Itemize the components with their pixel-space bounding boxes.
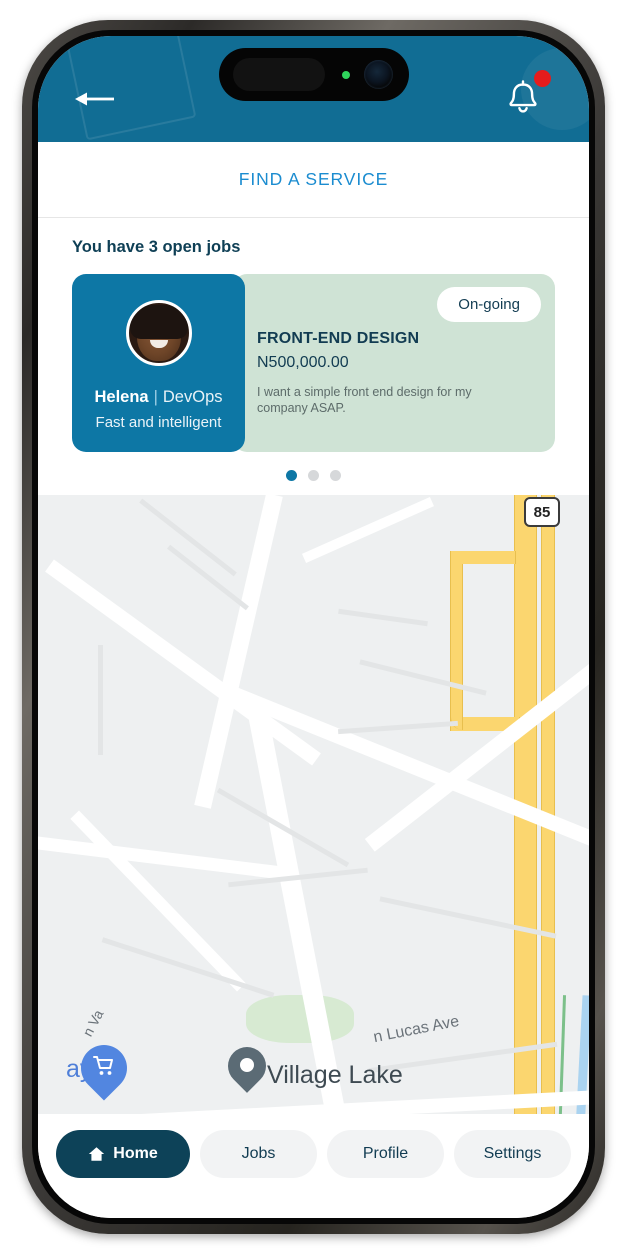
job-card-profile-panel: Helena | DevOps Fast and intelligent bbox=[72, 274, 245, 452]
nav-item-settings-label: Settings bbox=[483, 1145, 542, 1162]
park-area bbox=[246, 995, 354, 1043]
nav-item-home[interactable]: Home bbox=[56, 1130, 190, 1178]
nav-item-settings[interactable]: Settings bbox=[454, 1130, 571, 1178]
find-a-service-bar[interactable]: FIND A SERVICE bbox=[38, 142, 589, 218]
front-camera-lens bbox=[363, 60, 393, 89]
job-card-detail-panel: On-going FRONT-END DESIGN N500,000.00 I … bbox=[233, 274, 555, 452]
job-person-name: Helena bbox=[94, 388, 149, 406]
carousel-dot-3[interactable] bbox=[330, 470, 341, 481]
street bbox=[98, 645, 103, 755]
highway-shield-label: 85 bbox=[533, 503, 551, 521]
screenshot-stage: FIND A SERVICE You have 3 open jobs Hele… bbox=[0, 0, 627, 1254]
app-header bbox=[38, 36, 589, 142]
nav-item-jobs[interactable]: Jobs bbox=[200, 1130, 317, 1178]
nav-item-home-label: Home bbox=[113, 1145, 158, 1162]
carousel-pager bbox=[38, 452, 589, 495]
nav-item-profile-label: Profile bbox=[362, 1145, 409, 1162]
road bbox=[45, 559, 321, 766]
highway-shield-85: 85 bbox=[524, 497, 560, 527]
job-person-tagline: Fast and intelligent bbox=[95, 414, 222, 431]
shopping-pin[interactable] bbox=[71, 1035, 137, 1103]
phone-screen: FIND A SERVICE You have 3 open jobs Hele… bbox=[38, 36, 589, 1218]
job-person-line: Helena | DevOps bbox=[94, 388, 222, 407]
highway-loop bbox=[450, 555, 463, 730]
nav-item-jobs-label: Jobs bbox=[241, 1145, 276, 1162]
carousel-dot-2[interactable] bbox=[308, 470, 319, 481]
nav-item-profile[interactable]: Profile bbox=[327, 1130, 444, 1178]
bottom-navigation: Home Jobs Profile Settings bbox=[38, 1114, 589, 1218]
status-badge[interactable]: On-going bbox=[437, 287, 541, 322]
highway-loop bbox=[450, 551, 516, 564]
find-a-service-label: FIND A SERVICE bbox=[238, 169, 389, 189]
notification-bell-button[interactable] bbox=[501, 70, 551, 118]
dynamic-island bbox=[218, 48, 409, 101]
name-divider: | bbox=[153, 388, 158, 406]
job-price: N500,000.00 bbox=[257, 354, 349, 371]
map-view[interactable]: 85 Village Lake n Lucas Ave n Va ay bbox=[38, 495, 589, 1127]
open-jobs-section: You have 3 open jobs Helena | DevOps Fast … bbox=[38, 218, 589, 495]
road bbox=[302, 496, 434, 564]
open-jobs-heading: You have 3 open jobs bbox=[72, 238, 241, 256]
home-icon bbox=[89, 1147, 105, 1161]
job-card[interactable]: Helena | DevOps Fast and intelligent On-go… bbox=[72, 274, 555, 452]
street bbox=[338, 608, 428, 627]
village-lake-pin[interactable] bbox=[220, 1039, 274, 1097]
notification-badge-dot bbox=[534, 70, 551, 87]
road bbox=[38, 832, 288, 881]
camera-active-indicator bbox=[341, 71, 350, 79]
carousel-dot-1[interactable] bbox=[286, 470, 297, 481]
job-title: FRONT-END DESIGN bbox=[257, 330, 420, 347]
island-pill bbox=[232, 58, 325, 91]
street bbox=[359, 659, 487, 696]
cart-icon bbox=[93, 1056, 113, 1075]
job-description: I want a simple front end design for my … bbox=[257, 385, 472, 415]
road bbox=[70, 810, 246, 992]
street bbox=[101, 937, 275, 998]
map-label-va: n Va bbox=[79, 1006, 107, 1040]
avatar bbox=[125, 300, 192, 366]
back-arrow-icon[interactable] bbox=[73, 89, 115, 109]
job-person-role: DevOps bbox=[162, 388, 223, 406]
waterway bbox=[549, 995, 589, 1127]
street bbox=[337, 720, 459, 735]
map-label-lucas-ave: n Lucas Ave bbox=[372, 1012, 461, 1047]
